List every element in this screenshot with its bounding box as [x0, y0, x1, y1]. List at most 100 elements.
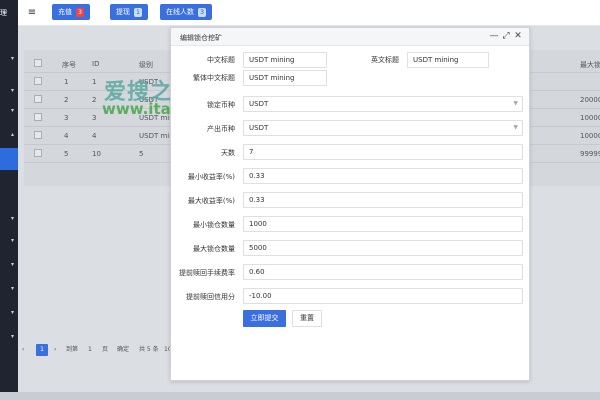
prev-page-button[interactable]: ‹ [22, 344, 24, 356]
en-title-input[interactable]: USDT mining [407, 52, 489, 68]
row-checkbox[interactable] [34, 95, 42, 103]
early-credit-input[interactable]: -10.00 [243, 288, 523, 304]
chevron-icon: ▾ [10, 107, 14, 114]
recharge-label: 充值 [58, 8, 72, 16]
min-rate-label: 最小收益率(%) [187, 173, 235, 181]
brand-fragment: 理 [0, 9, 7, 17]
close-icon[interactable]: ✕ [513, 31, 523, 42]
sidebar-item-active[interactable] [0, 148, 18, 170]
min-lock-input[interactable]: 1000 [243, 216, 523, 232]
row-checkbox[interactable] [34, 113, 42, 121]
online-users-button[interactable]: 在线人数 3 [160, 4, 212, 20]
maximize-icon[interactable]: ⤢ [501, 31, 511, 42]
modal-header: 编辑锁仓挖矿 — ⤢ ✕ [171, 28, 529, 46]
cell-max: 999999 [580, 150, 600, 158]
days-input[interactable]: 7 [243, 144, 523, 160]
goto-page-input[interactable]: 1 [88, 344, 92, 356]
chevron-icon: ▾ [10, 55, 14, 62]
cn-title-input[interactable]: USDT mining [243, 52, 327, 68]
goto-confirm-button[interactable]: 确定 [117, 344, 129, 356]
cell-no: 3 [64, 114, 69, 122]
max-lock-input[interactable]: 5000 [243, 240, 523, 256]
sidebar-item-7[interactable]: ▾ [0, 254, 18, 276]
min-rate-input[interactable]: 0.33 [243, 168, 523, 184]
chevron-icon: ▾ [10, 215, 14, 222]
online-users-count-badge: 3 [198, 8, 206, 17]
output-coin-label: 产出币种 [207, 125, 235, 133]
table-header-max: 最大锁 [580, 61, 600, 69]
max-rate-label: 最大收益率(%) [187, 197, 235, 205]
early-credit-label: 提前赎回信用分 [186, 293, 235, 301]
withdraw-count-badge: 1 [134, 8, 142, 17]
en-title-label: 英文标题 [371, 56, 399, 64]
cell-max: 100000 [580, 132, 600, 140]
total-count: 共 5 条 [139, 346, 159, 353]
lock-coin-select[interactable]: USDT ▼ [243, 96, 523, 112]
min-lock-label: 最小锁仓数量 [193, 221, 235, 229]
modal-title: 编辑锁仓挖矿 [180, 34, 222, 42]
sidebar-item-3[interactable]: ▾ [0, 100, 18, 122]
lock-coin-value: USDT [249, 100, 269, 108]
current-page[interactable]: 1 [36, 344, 48, 356]
chevron-icon: ▾ [10, 261, 14, 268]
goto-label: 到第 [66, 346, 79, 353]
tw-title-input[interactable]: USDT mining [243, 70, 327, 86]
chevron-icon: ▾ [10, 333, 14, 340]
lock-coin-label: 锁定币种 [207, 101, 235, 109]
chevron-down-icon: ▼ [513, 124, 518, 131]
sidebar-item-2[interactable]: ▾ [0, 80, 18, 102]
sidebar: 理 ▾ ▾ ▾ ▴ ▾ ▾ ▾ ▾ ▾ ▾ [0, 0, 18, 400]
early-fee-label: 提前赎回手续费率 [179, 269, 235, 277]
cell-no: 4 [64, 132, 69, 140]
cell-id: 4 [92, 132, 97, 140]
chevron-icon: ▾ [10, 87, 14, 94]
chevron-icon: ▾ [10, 309, 14, 316]
sidebar-item-8[interactable]: ▾ [0, 278, 18, 300]
chevron-down-icon: ▼ [513, 100, 518, 107]
minimize-icon[interactable]: — [489, 31, 499, 42]
cell-id: 1 [92, 78, 97, 86]
submit-button[interactable]: 立即提交 [243, 310, 286, 327]
sidebar-item-9[interactable]: ▾ [0, 302, 18, 324]
sidebar-item-4[interactable]: ▴ [0, 124, 18, 146]
max-lock-label: 最大锁仓数量 [193, 245, 235, 253]
tw-title-label: 繁体中文标题 [193, 74, 235, 82]
recharge-button[interactable]: 充值 3 [52, 4, 90, 20]
next-page-button[interactable]: › [54, 344, 56, 356]
edit-lock-mining-modal: 编辑锁仓挖矿 — ⤢ ✕ 中文标题 USDT mining 英文标题 USDT … [170, 27, 530, 381]
table-header-no: 序号 [62, 61, 76, 69]
chevron-icon: ▴ [10, 131, 14, 138]
row-checkbox[interactable] [34, 77, 42, 85]
output-coin-value: USDT [249, 124, 269, 132]
cn-title-label: 中文标题 [207, 56, 235, 64]
page-unit: 页 [102, 346, 109, 353]
cell-max: 20000 [580, 96, 600, 104]
bottom-strip [0, 392, 600, 400]
chevron-icon: ▾ [10, 237, 14, 244]
cell-max: 100000 [580, 114, 600, 122]
withdraw-button[interactable]: 提现 1 [110, 4, 148, 20]
chevron-icon: ▾ [10, 285, 14, 292]
cell-level: 5 [139, 150, 144, 158]
early-fee-input[interactable]: 0.60 [243, 264, 523, 280]
max-rate-input[interactable]: 0.33 [243, 192, 523, 208]
output-coin-select[interactable]: USDT ▼ [243, 120, 523, 136]
table-header-level: 级别 [139, 61, 153, 69]
online-users-label: 在线人数 [166, 8, 194, 16]
reset-button[interactable]: 重置 [292, 310, 322, 327]
sidebar-item-1[interactable]: ▾ [0, 48, 18, 70]
cell-no: 5 [64, 150, 69, 158]
days-label: 天数 [221, 149, 235, 157]
recharge-count-badge: 3 [76, 8, 84, 17]
menu-toggle-icon[interactable]: ≡ [26, 7, 38, 19]
row-checkbox[interactable] [34, 149, 42, 157]
table-header-id: ID [92, 60, 100, 68]
cell-id: 10 [92, 150, 101, 158]
row-checkbox[interactable] [34, 131, 42, 139]
sidebar-item-5[interactable]: ▾ [0, 208, 18, 230]
sidebar-item-10[interactable]: ▾ [0, 326, 18, 348]
sidebar-item-6[interactable]: ▾ [0, 230, 18, 252]
cell-no: 1 [64, 78, 69, 86]
withdraw-label: 提现 [116, 8, 130, 16]
select-all-checkbox[interactable] [34, 59, 42, 67]
